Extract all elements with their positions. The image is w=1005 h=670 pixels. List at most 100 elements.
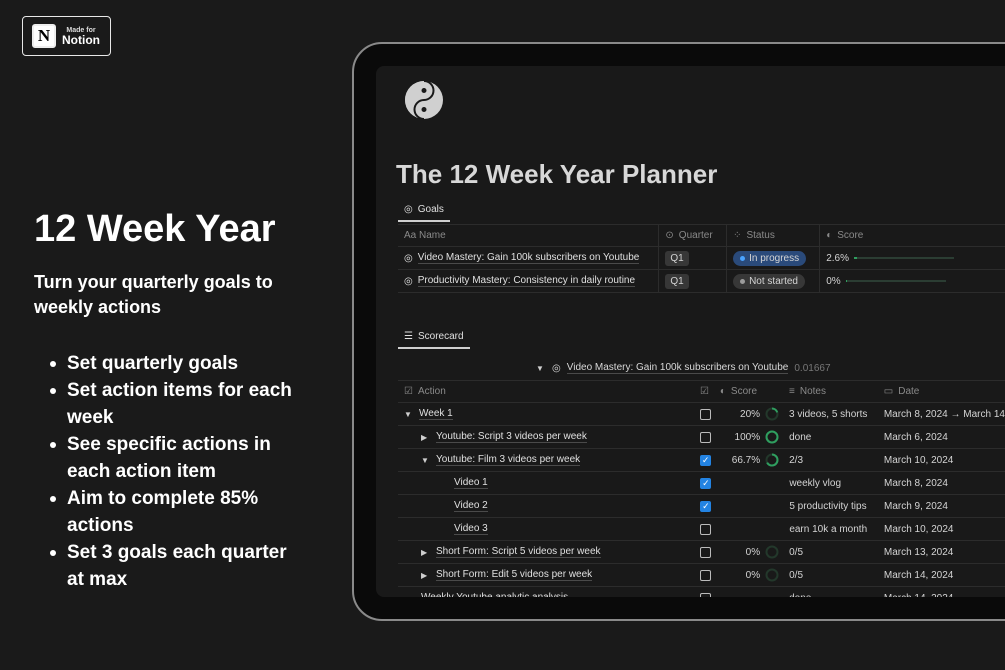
action-cell[interactable]: ▶ Youtube: Script 3 videos per week bbox=[398, 426, 694, 448]
col-score[interactable]: ◐ Score bbox=[714, 381, 783, 402]
goal-row[interactable]: ◎ Video Mastery: Gain 100k subscribers on… bbox=[398, 247, 1005, 270]
date-cell[interactable]: March 9, 2024 bbox=[878, 495, 1005, 517]
select-icon: ⊙ bbox=[665, 230, 674, 241]
toggle-closed-icon[interactable]: ▶ bbox=[421, 548, 431, 557]
checkbox[interactable]: ✓ bbox=[700, 454, 712, 466]
scorecard-row[interactable]: ▶ Short Form: Script 5 videos per week 0%… bbox=[398, 541, 1005, 564]
scorecard-row[interactable]: Video 3 earn 10k a month March 10, 2024 bbox=[398, 518, 1005, 541]
scorecard-row[interactable]: ▶ Short Form: Edit 5 videos per week 0% 0… bbox=[398, 564, 1005, 587]
score-text: 20% bbox=[740, 408, 761, 420]
goal-status[interactable]: In progress bbox=[727, 247, 821, 269]
goal-row[interactable]: ◎ Productivity Mastery: Consistency in da… bbox=[398, 270, 1005, 293]
goal-score: 0% bbox=[820, 270, 1005, 292]
checkbox[interactable] bbox=[700, 546, 712, 558]
done-cell[interactable]: ✓ bbox=[694, 495, 714, 517]
tab-scorecard[interactable]: ☰ Scorecard bbox=[398, 331, 470, 349]
checkbox[interactable] bbox=[700, 569, 712, 581]
done-cell[interactable]: ✓ bbox=[694, 449, 714, 471]
scorecard-row[interactable]: ▶ Youtube: Script 3 videos per week 100% … bbox=[398, 426, 1005, 449]
tab-label: Goals bbox=[417, 204, 444, 215]
goal-name[interactable]: ◎ Productivity Mastery: Consistency in da… bbox=[398, 270, 660, 292]
checkbox[interactable]: ✓ bbox=[700, 500, 712, 512]
score-text: 2.6% bbox=[826, 252, 849, 264]
col-done[interactable]: ☑ bbox=[694, 381, 714, 402]
action-text: Short Form: Edit 5 videos per week bbox=[436, 569, 593, 581]
date-cell[interactable]: March 10, 2024 bbox=[878, 449, 1005, 471]
col-name[interactable]: Aa Name bbox=[398, 225, 660, 246]
formula-icon: ◐ bbox=[826, 230, 833, 241]
progress-ring bbox=[765, 568, 779, 582]
score-text: 66.7% bbox=[731, 454, 761, 466]
date-cell[interactable]: March 6, 2024 bbox=[878, 426, 1005, 448]
badge-big-text: Notion bbox=[62, 32, 100, 47]
score-cell bbox=[714, 495, 783, 517]
done-cell[interactable] bbox=[694, 426, 714, 448]
col-action[interactable]: ☑ Action bbox=[398, 381, 694, 402]
done-cell[interactable] bbox=[694, 518, 714, 540]
notes-cell[interactable]: 0/5 bbox=[783, 541, 878, 563]
checkbox[interactable] bbox=[700, 592, 712, 597]
col-quarter[interactable]: ⊙ Quarter bbox=[659, 225, 728, 246]
action-cell[interactable]: Video 1 bbox=[398, 472, 694, 494]
done-cell[interactable] bbox=[694, 564, 714, 586]
notes-cell[interactable]: 3 videos, 5 shorts bbox=[783, 403, 878, 425]
quarter-tag: Q1 bbox=[665, 273, 689, 289]
score-cell: 20% bbox=[714, 403, 783, 425]
col-date[interactable]: ▭ Date bbox=[878, 381, 1005, 402]
done-cell[interactable]: ✓ bbox=[694, 472, 714, 494]
date-cell[interactable]: March 14, 2024 bbox=[878, 587, 1005, 598]
notes-cell[interactable]: 0/5 bbox=[783, 564, 878, 586]
progress-ring bbox=[765, 430, 779, 444]
notes-cell[interactable]: weekly vlog bbox=[783, 472, 878, 494]
date-cell[interactable]: March 14, 2024 bbox=[878, 564, 1005, 586]
action-cell[interactable]: Weekly Youtube analytic analysis bbox=[398, 587, 694, 597]
done-cell[interactable] bbox=[694, 587, 714, 597]
status-text: In progress bbox=[749, 252, 800, 264]
action-cell[interactable]: ▶ Short Form: Edit 5 videos per week bbox=[398, 564, 694, 586]
scorecard-row[interactable]: Video 2 ✓ 5 productivity tips March 9, 2… bbox=[398, 495, 1005, 518]
toggle-open-icon[interactable]: ▼ bbox=[404, 410, 414, 419]
scorecard-row[interactable]: ▼ Week 1 20% 3 videos, 5 shorts March 8, … bbox=[398, 403, 1005, 426]
notes-cell[interactable]: earn 10k a month bbox=[783, 518, 878, 540]
scorecard-row[interactable]: Weekly Youtube analytic analysis done Ma… bbox=[398, 587, 1005, 597]
checkbox[interactable] bbox=[700, 431, 712, 443]
col-status[interactable]: ⁘ Status bbox=[727, 225, 821, 246]
scorecard-row[interactable]: ▼ Youtube: Film 3 videos per week ✓ 66.7%… bbox=[398, 449, 1005, 472]
checkbox[interactable] bbox=[700, 408, 712, 420]
done-cell[interactable] bbox=[694, 403, 714, 425]
goal-quarter[interactable]: Q1 bbox=[659, 270, 728, 292]
notes-cell[interactable]: 2/3 bbox=[783, 449, 878, 471]
group-header[interactable]: ▼ ◎ Video Mastery: Gain 100k subscribers … bbox=[536, 362, 831, 374]
action-text: Video 2 bbox=[454, 500, 488, 512]
notes-cell[interactable]: done bbox=[783, 426, 878, 448]
scorecard-row[interactable]: Video 1 ✓ weekly vlog March 8, 2024 bbox=[398, 472, 1005, 495]
date-cell[interactable]: March 8, 2024 → March 14, 2024 bbox=[878, 403, 1005, 425]
yin-yang-icon bbox=[405, 80, 443, 120]
toggle-closed-icon[interactable]: ▶ bbox=[421, 433, 431, 442]
action-cell[interactable]: ▶ Short Form: Script 5 videos per week bbox=[398, 541, 694, 563]
goal-quarter[interactable]: Q1 bbox=[659, 247, 728, 269]
toggle-open-icon[interactable]: ▼ bbox=[421, 456, 431, 465]
date-cell[interactable]: March 10, 2024 bbox=[878, 518, 1005, 540]
done-cell[interactable] bbox=[694, 541, 714, 563]
notes-cell[interactable]: 5 productivity tips bbox=[783, 495, 878, 517]
col-notes[interactable]: ≡ Notes bbox=[783, 381, 878, 402]
toggle-open-icon[interactable]: ▼ bbox=[536, 364, 546, 373]
action-cell[interactable]: Video 3 bbox=[398, 518, 694, 540]
text-icon: ≡ bbox=[789, 386, 795, 397]
score-cell: 66.7% bbox=[714, 449, 783, 471]
checkbox[interactable]: ✓ bbox=[700, 477, 712, 489]
action-cell[interactable]: ▼ Youtube: Film 3 videos per week bbox=[398, 449, 694, 471]
checkbox[interactable] bbox=[700, 523, 712, 535]
action-cell[interactable]: ▼ Week 1 bbox=[398, 403, 694, 425]
goal-name[interactable]: ◎ Video Mastery: Gain 100k subscribers on… bbox=[398, 247, 660, 269]
date-cell[interactable]: March 13, 2024 bbox=[878, 541, 1005, 563]
col-score[interactable]: ◐ Score bbox=[820, 225, 1005, 246]
group-title[interactable]: Video Mastery: Gain 100k subscribers on … bbox=[566, 362, 789, 374]
goal-status[interactable]: Not started bbox=[727, 270, 821, 292]
action-cell[interactable]: Video 2 bbox=[398, 495, 694, 517]
date-cell[interactable]: March 8, 2024 bbox=[878, 472, 1005, 494]
toggle-closed-icon[interactable]: ▶ bbox=[421, 571, 431, 580]
notes-cell[interactable]: done bbox=[783, 587, 878, 598]
tab-goals[interactable]: ◎ Goals bbox=[398, 204, 450, 222]
